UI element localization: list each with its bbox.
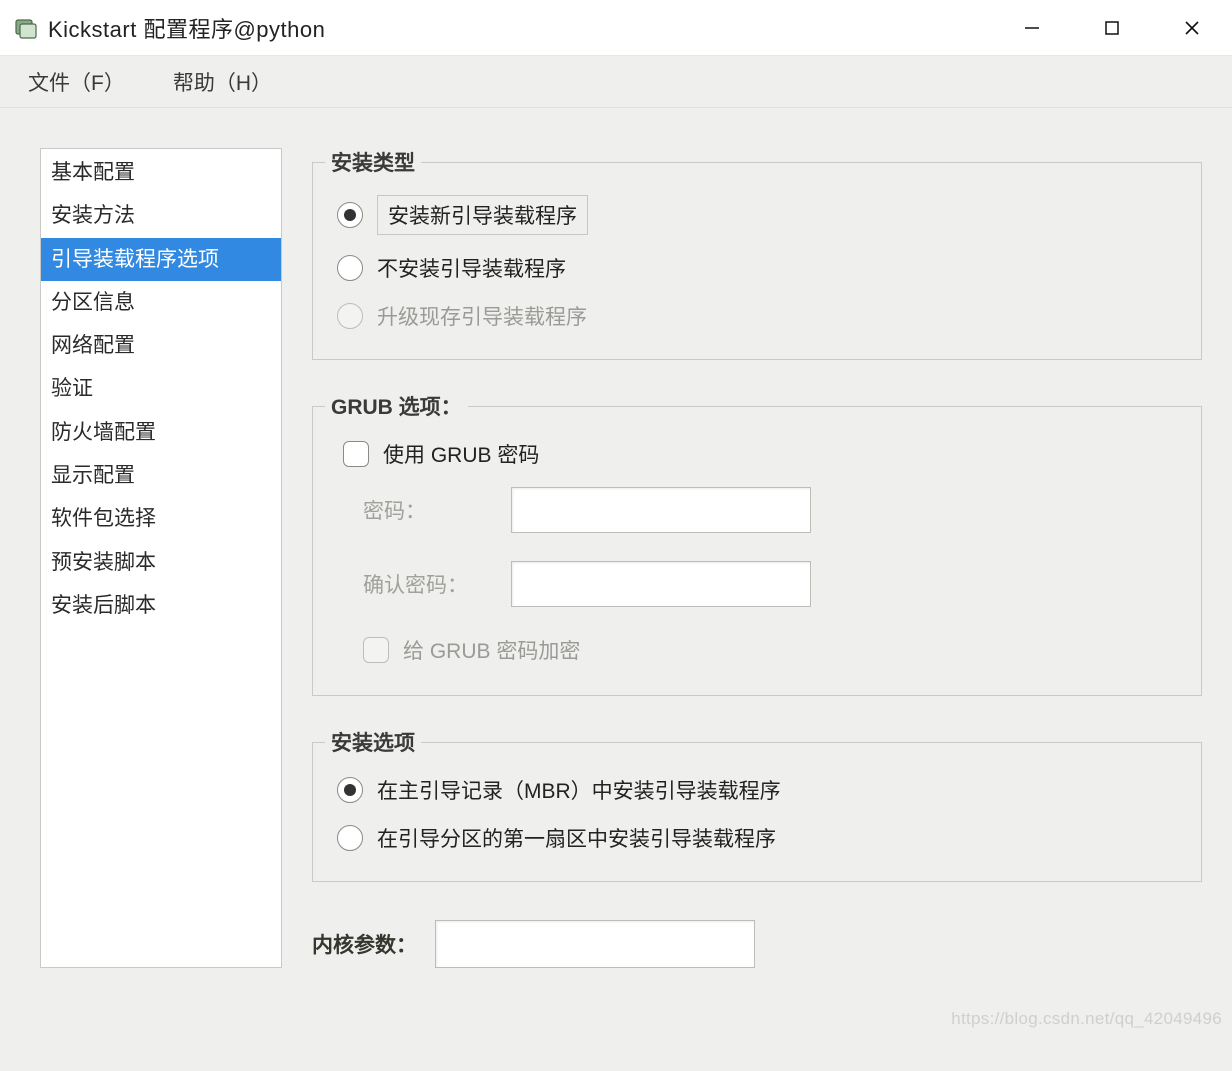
sidebar-item-prescript[interactable]: 预安装脚本 bbox=[41, 541, 281, 584]
sidebar-item-bootloader[interactable]: 引导装载程序选项 bbox=[41, 238, 281, 281]
sidebar-item-firewall[interactable]: 防火墙配置 bbox=[41, 411, 281, 454]
radio-upgrade bbox=[337, 303, 363, 329]
label-confirm-password: 确认密码： bbox=[363, 569, 493, 599]
kernel-params-input[interactable] bbox=[435, 920, 755, 968]
menu-bar: 文件（F） 帮助（H） bbox=[0, 56, 1232, 108]
radio-install-new[interactable] bbox=[337, 202, 363, 228]
checkbox-label-encrypt-grub: 给 GRUB 密码加密 bbox=[403, 635, 580, 665]
client-area: 基本配置 安装方法 引导装载程序选项 分区信息 网络配置 验证 防火墙配置 显示… bbox=[0, 108, 1232, 1071]
minimize-button[interactable] bbox=[992, 0, 1072, 55]
sidebar-item-partition[interactable]: 分区信息 bbox=[41, 281, 281, 324]
radio-label-install-new: 安装新引导装载程序 bbox=[377, 195, 588, 235]
check-row-use-grub-password[interactable]: 使用 GRUB 密码 bbox=[343, 439, 1177, 469]
window-title: Kickstart 配置程序@python bbox=[48, 12, 992, 44]
title-bar: Kickstart 配置程序@python bbox=[0, 0, 1232, 56]
sidebar-item-display[interactable]: 显示配置 bbox=[41, 454, 281, 497]
install-type-title: 安装类型 bbox=[325, 147, 421, 177]
sidebar: 基本配置 安装方法 引导装载程序选项 分区信息 网络配置 验证 防火墙配置 显示… bbox=[40, 148, 282, 968]
kernel-params-row: 内核参数： bbox=[312, 920, 1202, 968]
sidebar-item-packages[interactable]: 软件包选择 bbox=[41, 497, 281, 540]
sidebar-item-basic[interactable]: 基本配置 bbox=[41, 151, 281, 194]
radio-label-first-sector: 在引导分区的第一扇区中安装引导装载程序 bbox=[377, 823, 776, 853]
sidebar-item-install-method[interactable]: 安装方法 bbox=[41, 194, 281, 237]
grub-options-group: GRUB 选项： 使用 GRUB 密码 密码： 确认密码： 给 GRUB 密码加… bbox=[312, 406, 1202, 696]
sidebar-item-postscript[interactable]: 安装后脚本 bbox=[41, 584, 281, 627]
sidebar-item-auth[interactable]: 验证 bbox=[41, 367, 281, 410]
radio-label-mbr: 在主引导记录（MBR）中安装引导装载程序 bbox=[377, 775, 781, 805]
radio-label-no-install: 不安装引导装载程序 bbox=[377, 253, 566, 283]
grub-options-title: GRUB 选项： bbox=[325, 391, 468, 421]
radio-row-mbr[interactable]: 在主引导记录（MBR）中安装引导装载程序 bbox=[337, 775, 1177, 805]
window-controls bbox=[992, 0, 1232, 55]
checkbox-encrypt-grub bbox=[363, 637, 389, 663]
radio-row-first-sector[interactable]: 在引导分区的第一扇区中安装引导装载程序 bbox=[337, 823, 1177, 853]
close-button[interactable] bbox=[1152, 0, 1232, 55]
maximize-button[interactable] bbox=[1072, 0, 1152, 55]
check-row-encrypt-grub: 给 GRUB 密码加密 bbox=[363, 635, 1177, 665]
sidebar-item-network[interactable]: 网络配置 bbox=[41, 324, 281, 367]
input-password[interactable] bbox=[511, 487, 811, 533]
main-panel: 安装类型 安装新引导装载程序 不安装引导装载程序 升级现存引导装载程序 GRUB… bbox=[312, 148, 1202, 1041]
checkbox-label-use-grub-password: 使用 GRUB 密码 bbox=[383, 439, 539, 469]
row-confirm-password: 确认密码： bbox=[363, 561, 1177, 607]
row-password: 密码： bbox=[363, 487, 1177, 533]
input-confirm-password[interactable] bbox=[511, 561, 811, 607]
install-type-group: 安装类型 安装新引导装载程序 不安装引导装载程序 升级现存引导装载程序 bbox=[312, 162, 1202, 360]
app-icon bbox=[14, 16, 38, 40]
radio-label-upgrade: 升级现存引导装载程序 bbox=[377, 301, 587, 331]
radio-row-no-install[interactable]: 不安装引导装载程序 bbox=[337, 253, 1177, 283]
radio-row-install-new[interactable]: 安装新引导装载程序 bbox=[337, 195, 1177, 235]
menu-help[interactable]: 帮助（H） bbox=[161, 61, 284, 103]
install-options-group: 安装选项 在主引导记录（MBR）中安装引导装载程序 在引导分区的第一扇区中安装引… bbox=[312, 742, 1202, 882]
kernel-params-label: 内核参数： bbox=[312, 929, 417, 959]
install-options-title: 安装选项 bbox=[325, 727, 421, 757]
radio-no-install[interactable] bbox=[337, 255, 363, 281]
radio-row-upgrade: 升级现存引导装载程序 bbox=[337, 301, 1177, 331]
radio-mbr[interactable] bbox=[337, 777, 363, 803]
menu-file[interactable]: 文件（F） bbox=[16, 61, 137, 103]
radio-first-sector[interactable] bbox=[337, 825, 363, 851]
label-password: 密码： bbox=[363, 495, 493, 525]
checkbox-use-grub-password[interactable] bbox=[343, 441, 369, 467]
